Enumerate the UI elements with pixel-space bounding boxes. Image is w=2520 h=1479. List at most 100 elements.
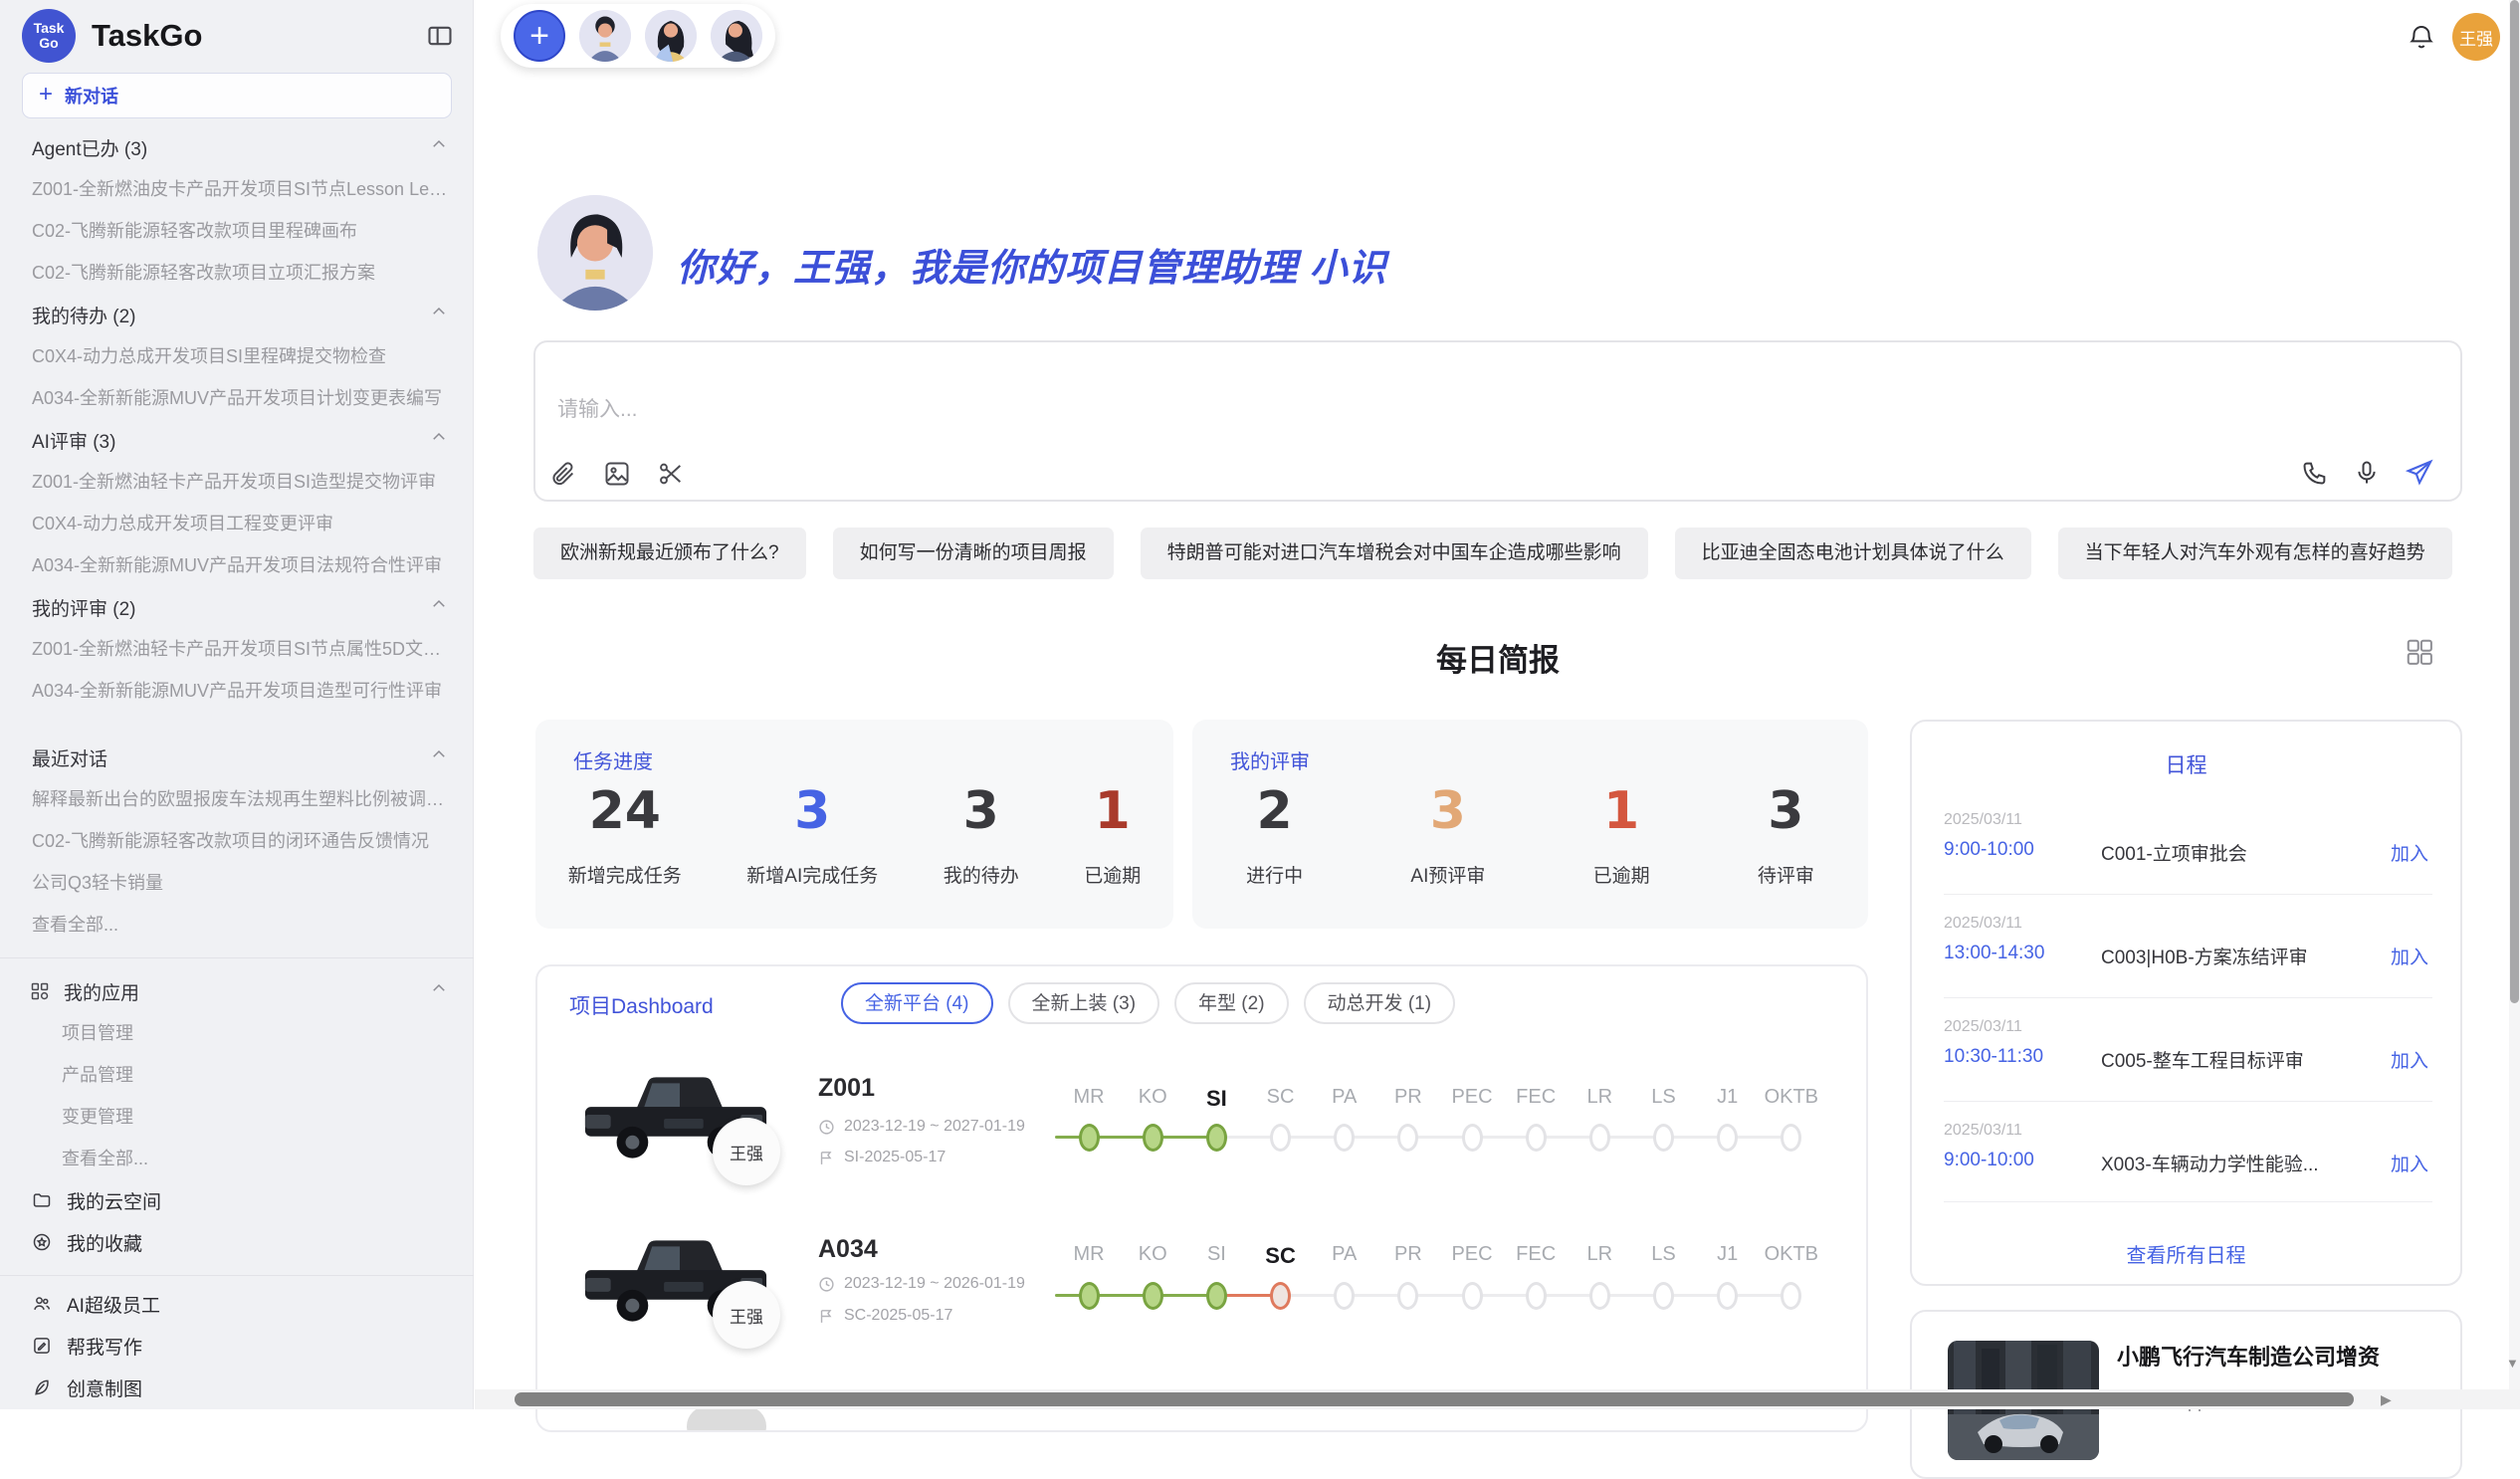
stat-value: 3: [746, 781, 878, 841]
tab-new-platform[interactable]: 全新平台 (4): [841, 982, 993, 1024]
send-icon[interactable]: [2405, 458, 2434, 488]
layout-grid-icon[interactable]: [2405, 637, 2434, 667]
list-item[interactable]: 公司Q3轻卡销量: [0, 862, 474, 904]
avatar[interactable]: [711, 10, 762, 62]
vertical-scrollbar-thumb[interactable]: [2510, 0, 2519, 1003]
suggestion-chip[interactable]: 比亚迪全固态电池计划具体说了什么: [1675, 528, 2031, 579]
item-label: 创意制图: [67, 1374, 142, 1401]
join-link[interactable]: 加入: [2391, 1150, 2428, 1176]
list-item[interactable]: Z001-全新燃油轻卡产品开发项目SI节点属性5D文件评审: [0, 628, 474, 670]
chevron-up-icon[interactable]: [430, 135, 448, 159]
list-item[interactable]: C02-飞腾新能源轻客改款项目的闭环通告反馈情况: [0, 820, 474, 862]
list-item[interactable]: C02-飞腾新能源轻客改款项目里程碑画布: [0, 210, 474, 252]
schedule-event: X003-车辆动力学性能验...: [2101, 1150, 2319, 1176]
schedule-date: 2025/03/11: [1944, 915, 2022, 933]
milestone-dot: [1270, 1124, 1291, 1152]
list-item[interactable]: A034-全新新能源MUV产品开发项目计划变更表编写: [0, 377, 474, 419]
sidebar-item-favorites[interactable]: 我的收藏: [0, 1221, 474, 1263]
milestone-label: LS: [1631, 1243, 1695, 1269]
suggestion-chip[interactable]: 如何写一份清晰的项目周报: [833, 528, 1114, 579]
schedule-date: 2025/03/11: [1944, 1122, 2022, 1140]
add-session-button[interactable]: +: [514, 10, 565, 62]
avatar[interactable]: [579, 10, 631, 62]
new-chat-button[interactable]: + 新对话: [22, 73, 452, 118]
sidebar-item-project-mgmt[interactable]: 项目管理: [0, 1012, 474, 1054]
view-all-chats[interactable]: 查看全部...: [0, 904, 474, 946]
scroll-right-arrow-icon[interactable]: ▶: [2381, 1391, 2392, 1408]
list-item[interactable]: Z001-全新燃油皮卡产品开发项目SI节点Lesson Learn报告: [0, 168, 474, 210]
project-code[interactable]: Z001: [818, 1074, 875, 1103]
milestone-dots: [1057, 1282, 1823, 1310]
section-agent-done[interactable]: Agent已办 (3): [0, 126, 474, 168]
sidebar-item-help-me-write[interactable]: 帮我写作: [0, 1325, 474, 1367]
suggestion-chip[interactable]: 欧洲新规最近颁布了什么?: [533, 528, 806, 579]
tab-year-model[interactable]: 年型 (2): [1174, 982, 1289, 1024]
list-item[interactable]: C0X4-动力总成开发项目SI里程碑提交物检查: [0, 335, 474, 377]
section-ai-review[interactable]: AI评审 (3): [0, 419, 474, 461]
avatar[interactable]: [645, 10, 697, 62]
sidebar-item-change-mgmt[interactable]: 变更管理: [0, 1096, 474, 1138]
list-item[interactable]: C02-飞腾新能源轻客改款项目立项汇报方案: [0, 252, 474, 294]
milestone-dot: [1397, 1124, 1418, 1152]
greeting-text: 你好，王强，我是你的项目管理助理 小识: [677, 237, 1387, 292]
list-item[interactable]: A034-全新新能源MUV产品开发项目法规符合性评审: [0, 544, 474, 586]
chat-input-box: [533, 340, 2462, 502]
milestone-label: MR: [1057, 1086, 1121, 1112]
notification-bell-icon[interactable]: [2407, 22, 2436, 52]
view-all-schedule-link[interactable]: 查看所有日程: [1912, 1239, 2460, 1268]
suggestion-chip[interactable]: 当下年轻人对汽车外观有怎样的喜好趋势: [2058, 528, 2452, 579]
phone-icon[interactable]: [2301, 459, 2329, 487]
project-dates: 2023-12-19 ~ 2027-01-19: [818, 1118, 1025, 1136]
assistant-avatar: [537, 195, 653, 311]
chat-input[interactable]: [557, 398, 1453, 422]
chevron-up-icon[interactable]: [430, 595, 448, 619]
scissors-icon[interactable]: [657, 460, 685, 488]
chevron-up-icon[interactable]: [430, 428, 448, 452]
join-link[interactable]: 加入: [2391, 943, 2428, 969]
section-my-apps[interactable]: 我的应用: [0, 970, 474, 1012]
paperclip-icon[interactable]: [549, 460, 577, 488]
milestone-dots: [1057, 1124, 1823, 1152]
project-code[interactable]: A034: [818, 1235, 878, 1264]
schedule-date: 2025/03/11: [1944, 1018, 2022, 1036]
input-attachments: [549, 460, 685, 488]
view-all-apps[interactable]: 查看全部...: [0, 1138, 474, 1179]
section-my-todo[interactable]: 我的待办 (2): [0, 294, 474, 335]
suggestion-chip[interactable]: 特朗普可能对进口汽车增税会对中国车企造成哪些影响: [1141, 528, 1648, 579]
chevron-up-icon[interactable]: [430, 745, 448, 769]
schedule-time: 9:00-10:00: [1944, 1150, 2034, 1171]
list-item[interactable]: 解释最新出台的欧盟报废车法规再生塑料比例被调至15%...: [0, 778, 474, 820]
section-my-review[interactable]: 我的评审 (2): [0, 586, 474, 628]
horizontal-scrollbar-thumb[interactable]: [515, 1392, 2354, 1406]
stat-ai-done: 3 新增AI完成任务: [746, 781, 878, 888]
image-icon[interactable]: [603, 460, 631, 488]
join-link[interactable]: 加入: [2391, 839, 2428, 866]
user-avatar[interactable]: 王强: [2452, 13, 2500, 61]
milestone-dot: [1397, 1282, 1418, 1310]
star-badge-icon: [32, 1232, 52, 1252]
scroll-down-arrow-icon[interactable]: ▼: [2506, 1356, 2519, 1371]
sidebar-item-creative-drawing[interactable]: 创意制图: [0, 1367, 474, 1408]
stat-value: 24: [568, 781, 682, 841]
list-item[interactable]: Z001-全新燃油轻卡产品开发项目SI造型提交物评审: [0, 461, 474, 503]
schedule-event: C005-整车工程目标评审: [2101, 1046, 2304, 1073]
list-item[interactable]: A034-全新新能源MUV产品开发项目造型可行性评审: [0, 670, 474, 712]
milestone-label: KO: [1121, 1086, 1184, 1112]
milestone-dot-done: [1143, 1282, 1163, 1310]
sidebar-collapse-icon[interactable]: [426, 22, 454, 50]
section-recent-chats[interactable]: 最近对话: [0, 737, 474, 778]
microphone-icon[interactable]: [2353, 459, 2381, 487]
join-link[interactable]: 加入: [2391, 1046, 2428, 1073]
clock-icon: [818, 1276, 835, 1293]
sidebar-item-cloud-space[interactable]: 我的云空间: [0, 1179, 474, 1221]
divider: [1944, 894, 2432, 895]
sidebar-item-product-mgmt[interactable]: 产品管理: [0, 1054, 474, 1096]
tab-new-body[interactable]: 全新上装 (3): [1008, 982, 1160, 1024]
stat-label: 已逾期: [1593, 861, 1650, 888]
list-item[interactable]: C0X4-动力总成开发项目工程变更评审: [0, 503, 474, 544]
tab-powertrain[interactable]: 动总开发 (1): [1304, 982, 1456, 1024]
sidebar-item-ai-super-staff[interactable]: AI超级员工: [0, 1283, 474, 1325]
chevron-up-icon[interactable]: [430, 979, 448, 1003]
chevron-up-icon[interactable]: [430, 303, 448, 326]
stat-value: 2: [1246, 781, 1303, 841]
